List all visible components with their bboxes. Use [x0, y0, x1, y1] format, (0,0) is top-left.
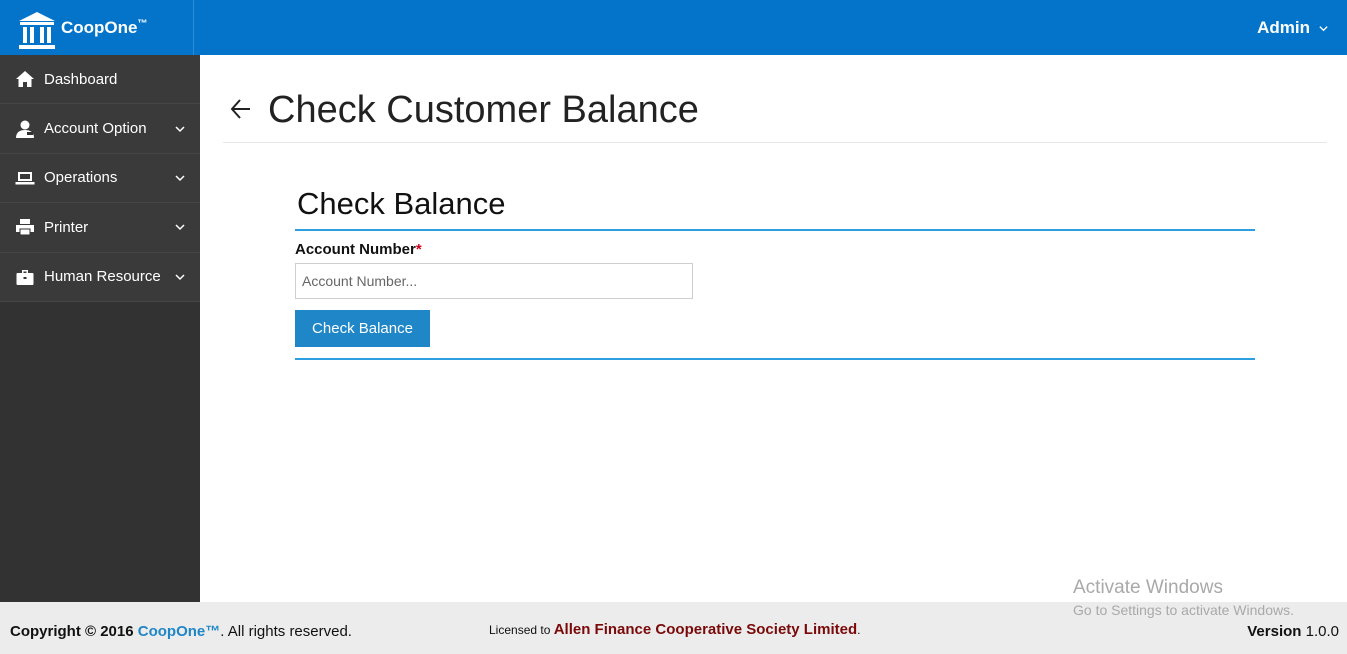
chevron-down-icon: [175, 175, 185, 182]
copyright: Copyright © 2016 CoopOne™. All rights re…: [10, 623, 352, 640]
sidebar-item-account-option[interactable]: Account Option: [0, 104, 200, 154]
sidebar-item-label: Operations: [44, 169, 118, 187]
chevron-down-icon: [175, 274, 185, 280]
laptop-icon: [14, 168, 36, 188]
sidebar-item-label: Printer: [44, 218, 89, 236]
page-title: Check Customer Balance: [268, 89, 699, 131]
chevron-down-icon: [1319, 25, 1328, 31]
briefcase-icon: [14, 267, 36, 287]
sidebar-item-human-resource[interactable]: Human Resource: [0, 252, 200, 302]
brand[interactable]: CoopOne™: [0, 0, 194, 55]
user-icon: [14, 119, 36, 139]
sidebar-item-printer[interactable]: Printer: [0, 203, 200, 253]
back-arrow-icon[interactable]: [229, 97, 253, 121]
chevron-down-icon: [175, 126, 185, 132]
check-balance-form: Check Balance Account Number* Check Bala…: [295, 183, 1255, 360]
form-title: Check Balance: [295, 183, 1255, 231]
sidebar-item-label: Human Resource: [44, 268, 161, 286]
user-label: Admin: [1257, 18, 1310, 37]
brand-name: CoopOne™: [61, 18, 148, 37]
bank-icon: [19, 12, 55, 49]
version-number: 1.0.0: [1305, 623, 1339, 640]
version-info: Version 1.0.0: [1247, 623, 1339, 640]
page-header: Check Customer Balance: [223, 55, 1327, 143]
account-number-label: Account Number*: [295, 241, 422, 258]
account-number-input[interactable]: [295, 263, 693, 299]
sidebar: Dashboard Account Option Operations Prin…: [0, 55, 200, 602]
sidebar-item-label: Account Option: [44, 120, 147, 138]
home-icon: [14, 69, 36, 89]
printer-icon: [14, 217, 36, 237]
license-org: Allen Finance Cooperative Society Limite…: [553, 621, 858, 638]
user-menu[interactable]: Admin: [1257, 18, 1329, 38]
chevron-down-icon: [175, 224, 185, 231]
form-divider: [295, 358, 1255, 360]
activate-windows-watermark: Activate Windows Go to Settings to activ…: [1073, 577, 1294, 618]
main-content: Check Customer Balance Check Balance Acc…: [200, 55, 1347, 602]
license-info: Licensed to Allen Finance Cooperative So…: [489, 621, 861, 638]
check-balance-button[interactable]: Check Balance: [295, 310, 430, 347]
sidebar-item-operations[interactable]: Operations: [0, 153, 200, 204]
top-bar: CoopOne™ Admin: [0, 0, 1347, 55]
sidebar-item-dashboard[interactable]: Dashboard: [0, 55, 200, 105]
required-mark: *: [415, 241, 422, 258]
copyright-brand-link[interactable]: CoopOne™: [138, 623, 221, 640]
sidebar-item-label: Dashboard: [44, 70, 118, 88]
